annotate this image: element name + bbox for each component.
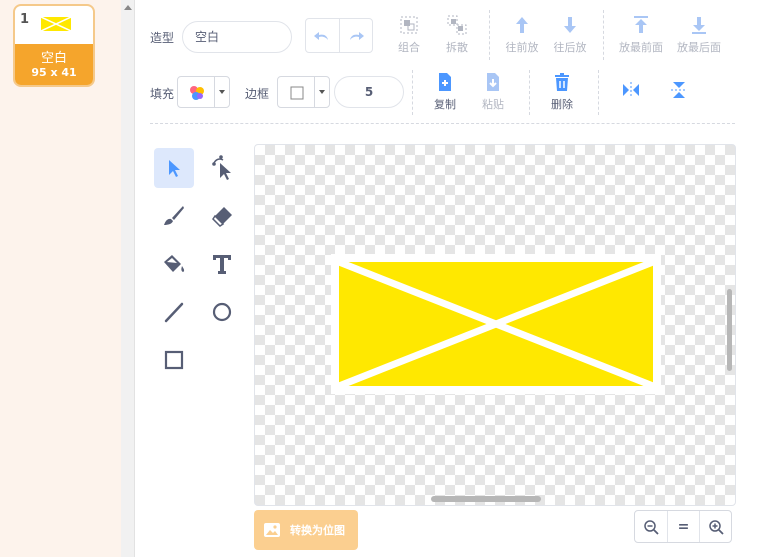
- convert-to-bitmap-label: 转换为位图: [290, 524, 345, 537]
- redo-button[interactable]: [338, 19, 372, 52]
- divider: [529, 70, 530, 115]
- flip-horizontal-icon: [623, 82, 639, 98]
- rectangle-icon: [164, 350, 184, 370]
- divider: [489, 10, 490, 60]
- scroll-up-arrow-icon[interactable]: [124, 5, 132, 10]
- drawing-canvas[interactable]: [254, 144, 736, 506]
- ungroup-button[interactable]: 拆散: [432, 15, 482, 55]
- flip-vertical-icon: [671, 82, 687, 98]
- fill-color-picker[interactable]: [177, 76, 230, 108]
- to-front-label: 放最前面: [619, 41, 663, 54]
- costume-list: 1 空白 95 x 41: [0, 0, 121, 557]
- outline-swatch-icon: [290, 86, 304, 100]
- equals-icon: =: [677, 518, 690, 535]
- costume-thumbnail: [41, 17, 71, 31]
- forward-button[interactable]: 往前放: [497, 15, 547, 55]
- delete-label: 删除: [551, 98, 573, 111]
- arrow-down-icon: [564, 17, 576, 33]
- rectangle-tool[interactable]: [154, 340, 194, 380]
- zoom-controls: =: [634, 510, 732, 543]
- canvas-horizontal-scrollbar[interactable]: [431, 496, 541, 502]
- delete-button[interactable]: 删除: [537, 72, 587, 112]
- outline-width-input[interactable]: 5: [334, 76, 404, 108]
- group-button[interactable]: 组合: [384, 15, 434, 55]
- backward-button[interactable]: 往后放: [545, 15, 595, 55]
- convert-to-bitmap-button[interactable]: 转换为位图: [254, 510, 358, 550]
- to-front-button[interactable]: 放最前面: [614, 15, 668, 55]
- circle-icon: [212, 302, 232, 322]
- copy-button[interactable]: 复制: [420, 72, 470, 112]
- costume-size: 95 x 41: [31, 66, 77, 79]
- select-tool[interactable]: [154, 148, 194, 188]
- reshape-tool[interactable]: [202, 148, 242, 188]
- paste-label: 粘贴: [482, 98, 504, 111]
- reshape-icon: [212, 155, 231, 180]
- circle-tool[interactable]: [202, 292, 242, 332]
- outline-label: 边框: [245, 87, 270, 101]
- select-arrow-icon: [169, 160, 180, 177]
- zoom-in-button[interactable]: [699, 511, 731, 542]
- outline-dropdown-arrow-icon[interactable]: [314, 77, 329, 107]
- divider: [603, 10, 604, 60]
- costume-number: 1: [20, 12, 30, 27]
- paint-editor: 1 空白 95 x 41 造型 空白 组合 拆散 往前放 往后放 放最前面 放最…: [0, 0, 770, 557]
- canvas-vertical-scrollbar[interactable]: [727, 289, 732, 371]
- costume-label: 造型: [150, 31, 175, 45]
- costume-artwork[interactable]: [331, 254, 661, 394]
- forward-label: 往前放: [505, 41, 539, 54]
- zoom-in-icon: [708, 519, 724, 535]
- to-back-label: 放最后面: [677, 41, 721, 54]
- copy-icon: [439, 73, 451, 91]
- undo-redo-group: [305, 18, 373, 53]
- undo-button[interactable]: [306, 19, 339, 52]
- outline-color-picker[interactable]: [277, 76, 330, 108]
- arrow-to-bottom-icon: [692, 17, 706, 34]
- divider: [412, 70, 413, 115]
- ungroup-label: 拆散: [446, 41, 468, 54]
- zoom-reset-button[interactable]: =: [667, 511, 699, 542]
- paste-icon: [487, 73, 499, 91]
- costume-name: 空白: [40, 51, 67, 66]
- flip-vertical-button[interactable]: [654, 80, 704, 104]
- costume-item[interactable]: 1 空白 95 x 41: [13, 4, 95, 87]
- line-tool[interactable]: [154, 292, 194, 332]
- fill-dropdown-arrow-icon[interactable]: [214, 77, 229, 107]
- zoom-out-button[interactable]: [635, 511, 667, 542]
- paste-button[interactable]: 粘贴: [468, 72, 518, 112]
- ungroup-icon: [447, 15, 467, 35]
- trash-icon: [555, 73, 569, 91]
- brush-icon: [164, 206, 184, 225]
- fill-swatch-icon: [190, 86, 204, 100]
- costume-info: 空白 95 x 41: [15, 44, 93, 85]
- image-icon: [264, 523, 280, 537]
- line-icon: [164, 302, 184, 323]
- eraser-tool[interactable]: [202, 196, 242, 236]
- zoom-out-icon: [644, 519, 659, 535]
- paint-bucket-icon: [164, 255, 185, 272]
- divider: [598, 70, 599, 115]
- fill-tool[interactable]: [154, 244, 194, 284]
- to-back-button[interactable]: 放最后面: [672, 15, 726, 55]
- shape-rectangle-x[interactable]: [331, 254, 661, 394]
- toolbar-divider: [150, 123, 735, 124]
- costume-name-input[interactable]: 空白: [182, 21, 292, 53]
- backward-label: 往后放: [553, 41, 587, 54]
- group-icon: [400, 16, 418, 34]
- arrow-up-icon: [516, 17, 528, 33]
- flip-horizontal-button[interactable]: [606, 80, 656, 104]
- copy-label: 复制: [434, 98, 456, 111]
- redo-icon: [349, 31, 364, 40]
- undo-icon: [314, 31, 329, 40]
- eraser-icon: [212, 207, 232, 227]
- text-tool[interactable]: [202, 244, 242, 284]
- text-t-icon: [213, 255, 231, 274]
- list-scrollbar[interactable]: [121, 0, 135, 557]
- brush-tool[interactable]: [154, 196, 194, 236]
- fill-label: 填充: [150, 87, 175, 101]
- group-label: 组合: [398, 41, 420, 54]
- arrow-to-top-icon: [634, 16, 648, 33]
